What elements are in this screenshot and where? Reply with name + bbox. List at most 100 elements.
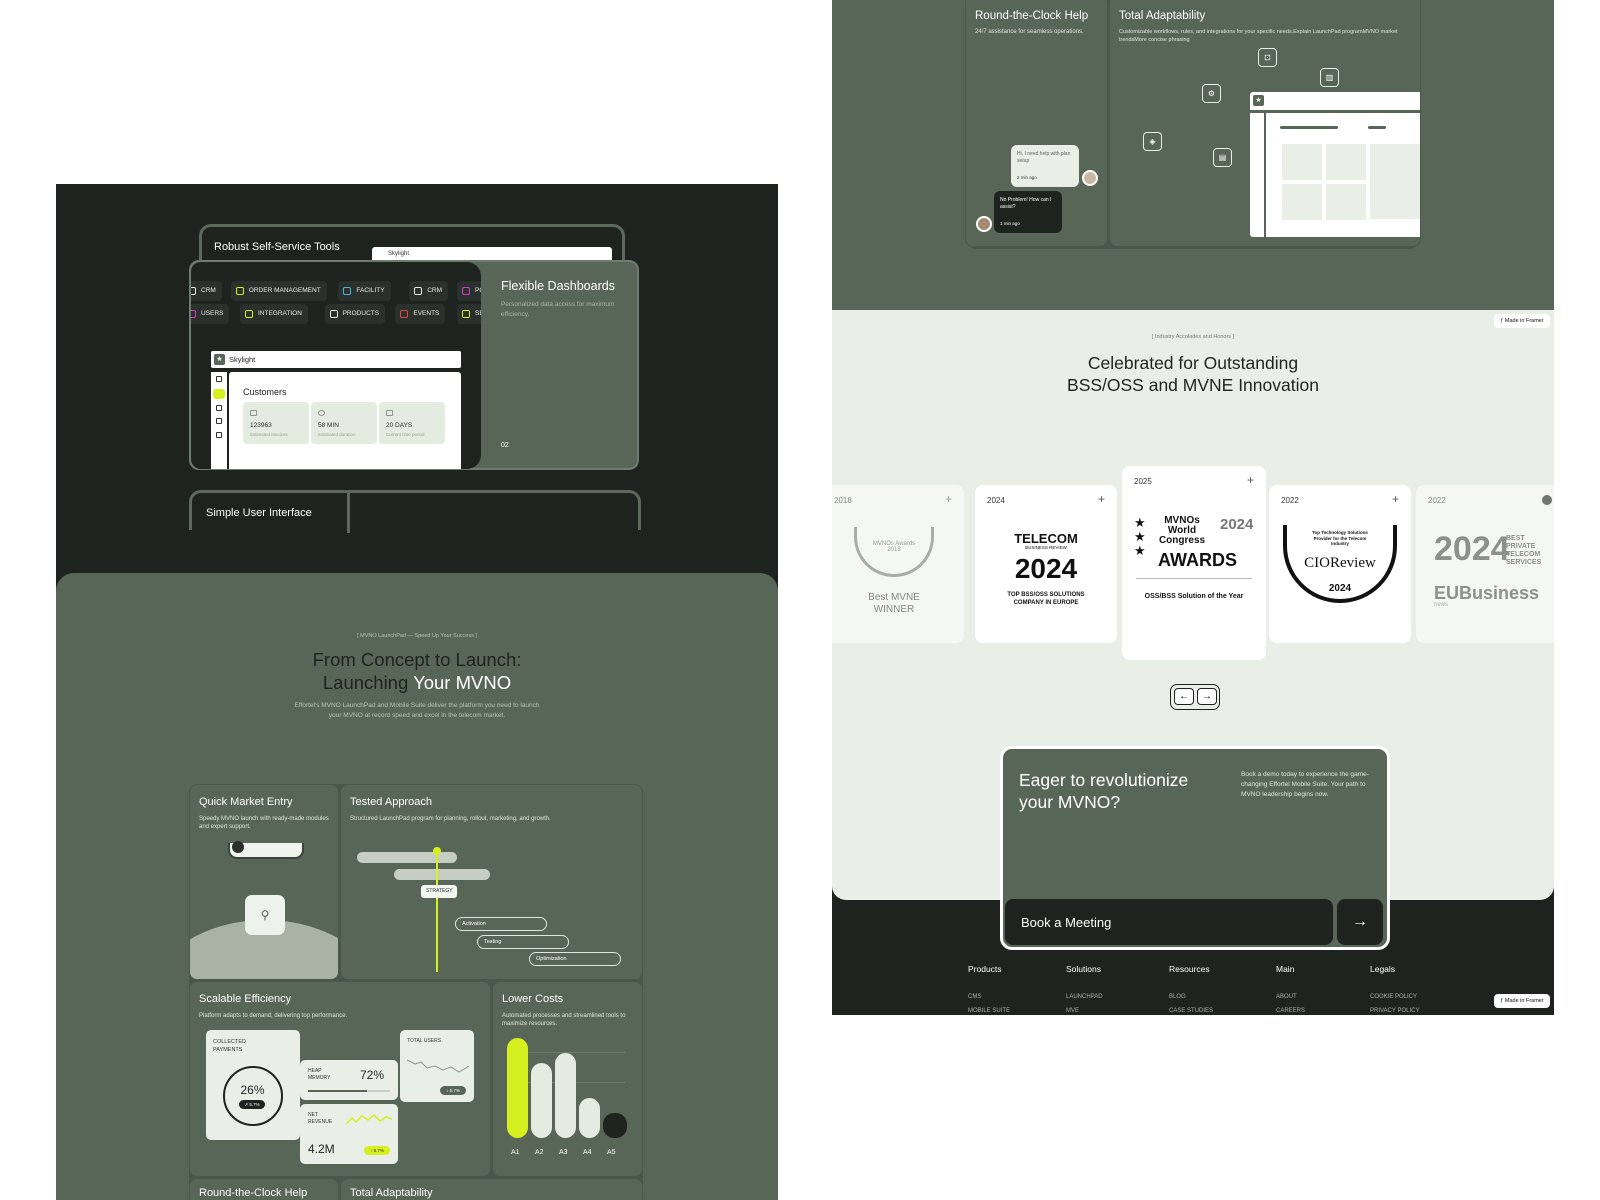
award-card-cioreview[interactable]: 2022 + Top Technology Solutions Provider … bbox=[1269, 485, 1411, 643]
tested-title: Tested Approach bbox=[350, 796, 432, 808]
sidebar-icon[interactable] bbox=[216, 405, 222, 411]
book-meeting-button[interactable]: Book a Meeting bbox=[1005, 899, 1333, 945]
simple-ui-title: Simple User Interface bbox=[206, 507, 312, 519]
app-content: Customers 123963 Estimated Invoices 58 MI… bbox=[229, 372, 461, 469]
nav-chip-pos[interactable]: POS bbox=[457, 281, 481, 301]
hero-eyebrow: [ MVNO LaunchPad — Speed Up Your Success… bbox=[357, 633, 477, 639]
quick-title: Quick Market Entry bbox=[199, 796, 293, 808]
awards-eyebrow: [ Industry Accolades and Honors ] bbox=[1151, 334, 1235, 340]
avatar-user bbox=[1082, 170, 1098, 186]
lower-title: Lower Costs bbox=[502, 993, 564, 1005]
award-divider bbox=[1136, 578, 1252, 579]
nav-chip-integration[interactable]: INTEGRATION bbox=[240, 304, 308, 324]
cost-bar-label: A1 bbox=[511, 1149, 520, 1156]
award-caption: Best MVNE WINNER bbox=[868, 592, 920, 615]
antenna-tower-icon: ⚲ bbox=[260, 908, 270, 922]
footer-link[interactable]: BLOG bbox=[1169, 994, 1186, 1000]
quick-desc: Speedy MVNO launch with ready-made modul… bbox=[199, 816, 329, 830]
heap-label: HEAP MEMORY bbox=[308, 1068, 331, 1081]
award-card-eubusiness[interactable]: 2022 2024 BEST PRIVATE TELECOM SERVICES … bbox=[1416, 485, 1554, 643]
footer-link[interactable]: PRIVACY POLICY bbox=[1370, 1008, 1419, 1014]
clock-icon bbox=[318, 410, 325, 416]
scalable-desc: Platform adapts to demand, delivering to… bbox=[199, 1013, 348, 1019]
toggle-widget bbox=[228, 841, 304, 859]
award-card-telecom-review[interactable]: 2024 + TELECOM BUSINESS REVIEW 2024 TOP B… bbox=[975, 485, 1117, 643]
lower-costs-card: Lower Costs Automated processes and stre… bbox=[492, 981, 643, 1177]
flexible-desc: Personalized data access for maximum eff… bbox=[501, 301, 615, 318]
chip-icon bbox=[245, 310, 253, 318]
arrow-right-button[interactable]: → bbox=[1337, 899, 1383, 945]
stat-label: Estimated Invoices bbox=[250, 432, 288, 437]
nav-chip-events[interactable]: EVENTS bbox=[395, 304, 446, 324]
collected-label: COLLECTED PAYMENTS bbox=[213, 1039, 247, 1053]
window-logo-icon: ★ bbox=[1253, 95, 1264, 106]
plus-icon[interactable]: + bbox=[1247, 473, 1254, 487]
sidebar-icon[interactable] bbox=[216, 376, 222, 382]
nav-chip-crm[interactable]: CRM bbox=[191, 281, 222, 301]
help-desc: 24/7 assistance for seamless operations. bbox=[975, 29, 1084, 35]
congress-year: 2024 bbox=[1220, 516, 1254, 533]
eubusiness-year: 2024 bbox=[1434, 530, 1510, 568]
next-arrow-button[interactable]: → bbox=[1197, 688, 1217, 705]
award-card-mvnos-2018[interactable]: 2018 + MVNOs Awards 2018 Best MVNE WINNER bbox=[832, 485, 964, 643]
carousel-controls: ← → bbox=[1170, 684, 1220, 710]
total-adapt-card-peek: Total Adaptability bbox=[340, 1178, 643, 1200]
chip-icon bbox=[343, 287, 352, 295]
footer-link[interactable]: CMS bbox=[968, 994, 981, 1000]
nav-chip-crm[interactable]: CRM bbox=[409, 281, 448, 301]
plus-icon[interactable]: + bbox=[1098, 492, 1105, 506]
stat-value: 20 DAYS bbox=[386, 422, 413, 429]
app-sidebar bbox=[211, 372, 227, 469]
cost-bar-a1 bbox=[507, 1038, 528, 1138]
sidebar-icon[interactable] bbox=[216, 418, 222, 424]
chip-icon bbox=[235, 287, 244, 295]
sidebar-icon[interactable] bbox=[216, 432, 222, 438]
award-year: 2018 bbox=[834, 496, 852, 505]
settings-icon: ⚙ bbox=[1202, 84, 1221, 103]
footer-link[interactable]: CAREERS bbox=[1276, 1008, 1305, 1014]
footer-link[interactable]: MVE bbox=[1066, 1008, 1079, 1014]
document-icon: ▤ bbox=[1213, 148, 1232, 167]
cioreview-year: 2024 bbox=[1328, 583, 1352, 594]
arrow-right-icon: → bbox=[1352, 913, 1368, 930]
laurel-logo: MVNOs Awards 2018 bbox=[854, 527, 934, 577]
net-revenue-card: NET REVENUE 4.2M ↑ 5.7% bbox=[300, 1104, 398, 1164]
customers-heading: Customers bbox=[243, 387, 287, 397]
round-clock-help-card: Round-the-Clock Help 24/7 assistance for… bbox=[965, 0, 1108, 247]
chip-icon bbox=[329, 310, 338, 318]
revenue-value: 4.2M bbox=[308, 1142, 335, 1156]
sidebar-icon-active[interactable] bbox=[213, 389, 225, 399]
plus-icon[interactable]: + bbox=[1392, 492, 1399, 506]
made-in-framer-badge[interactable]: ƒ Made in Framer bbox=[1494, 314, 1550, 328]
toggle-knob bbox=[232, 841, 244, 853]
cta-card: Eager to revolutionize your MVNO? Book a… bbox=[1000, 746, 1390, 950]
chat-bubble-user: Hi, I need help with plan setup 2 min ag… bbox=[1011, 145, 1079, 187]
award-big-year: 2024 bbox=[1014, 553, 1078, 584]
nav-chip-users[interactable]: USERS bbox=[191, 304, 230, 324]
prev-arrow-button[interactable]: ← bbox=[1174, 688, 1194, 705]
nav-chip-products[interactable]: PRODUCTS bbox=[324, 304, 386, 324]
help-title: Round-the-Clock Help bbox=[975, 10, 1089, 22]
hero-title-line1: From Concept to Launch: bbox=[312, 649, 522, 670]
nav-chip-order-management[interactable]: ORDER MANAGEMENT bbox=[230, 281, 327, 301]
total-adapt-title: Total Adaptability bbox=[350, 1187, 433, 1199]
made-in-framer-badge-footer[interactable]: ƒ Made in Framer bbox=[1494, 994, 1550, 1008]
footer-link[interactable]: LAUNCHPAD bbox=[1066, 994, 1103, 1000]
cart-icon: ⊡ bbox=[1258, 48, 1277, 67]
award-card-mvnos-congress[interactable]: 2025 + ★ ★ ★ MVNOs World Congress 2024 AWARDS… bbox=[1122, 466, 1266, 660]
window-bar bbox=[1280, 126, 1338, 129]
footer-link[interactable]: ABOUT bbox=[1276, 994, 1297, 1000]
timeline-dot bbox=[433, 847, 441, 855]
nav-chip-settings[interactable]: SETTINGS bbox=[457, 304, 481, 324]
footer-link[interactable]: CASE STUDIES bbox=[1169, 1008, 1213, 1014]
chip-icon bbox=[462, 310, 470, 318]
flexible-title: Flexible Dashboards bbox=[501, 279, 615, 293]
framer-label: Made in Framer bbox=[1504, 318, 1544, 324]
plus-icon[interactable]: + bbox=[945, 492, 952, 506]
footer-link[interactable]: COOKIE POLICY bbox=[1370, 994, 1417, 1000]
nav-chip-facility[interactable]: FACILITY bbox=[338, 281, 391, 301]
chip-icon bbox=[414, 287, 423, 295]
top-sage-section: Round-the-Clock Help 24/7 assistance for… bbox=[832, 0, 1554, 320]
footer-link[interactable]: MOBILE SUITE bbox=[968, 1008, 1010, 1014]
footer-heading: Products bbox=[968, 964, 1002, 974]
